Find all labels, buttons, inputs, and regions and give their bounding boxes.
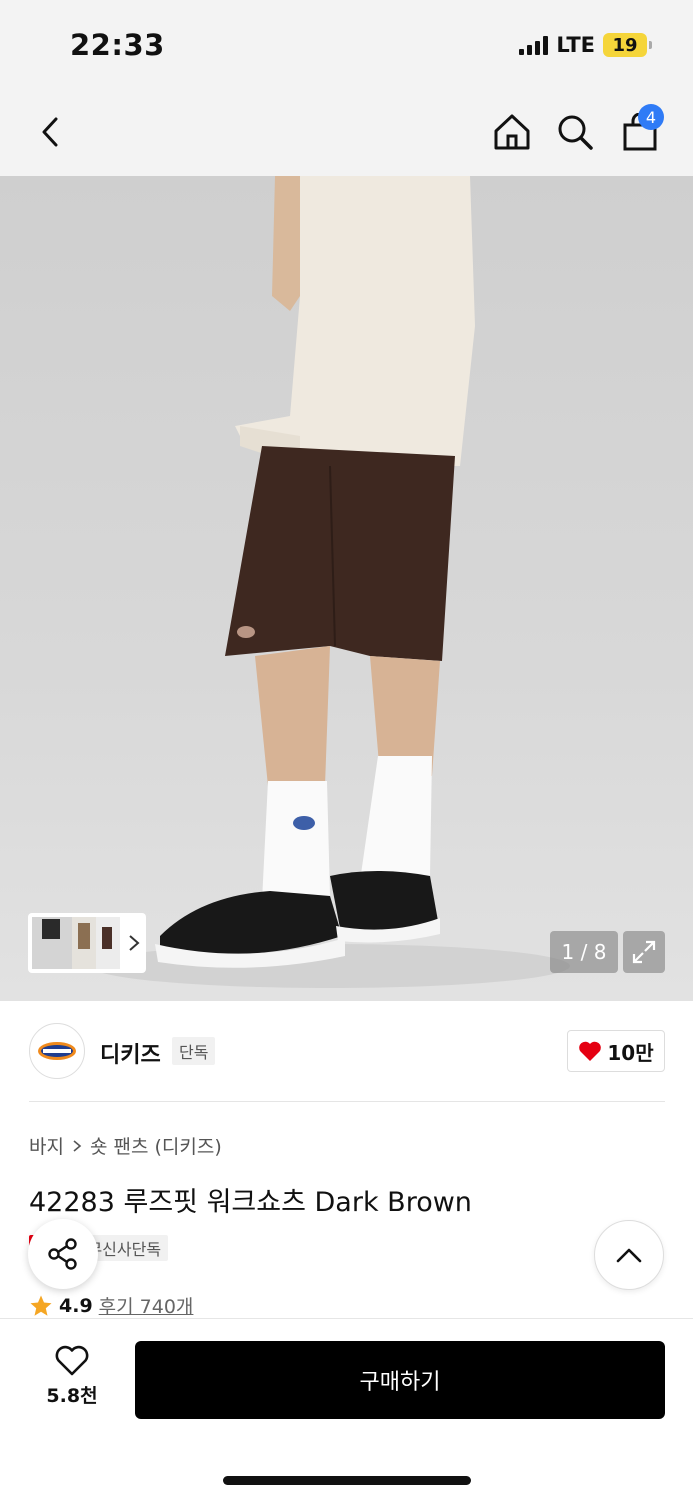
home-indicator [223,1476,471,1485]
chevron-right-icon [73,1139,82,1152]
exclusive-tag: 단독 [172,1037,216,1065]
status-time: 22:33 [70,28,165,62]
thumbnail-strip[interactable] [28,913,146,973]
reviews-link[interactable]: 후기 740개 [99,1292,194,1319]
rating-score: 4.9 [59,1294,93,1317]
heart-outline-icon [55,1345,89,1376]
wishlist-count: 5.8천 [46,1385,98,1407]
cart-count-badge: 4 [638,104,664,130]
share-icon [48,1238,77,1270]
home-icon [494,114,530,150]
product-image[interactable]: 1 / 8 [0,176,693,1001]
search-button[interactable] [551,108,599,156]
scroll-top-button[interactable] [594,1220,664,1290]
share-button[interactable] [28,1219,98,1289]
expand-icon [632,940,656,964]
chevron-up-icon [616,1248,642,1263]
status-indicators: LTE 19 [519,33,652,57]
breadcrumb: 바지 숏 팬츠 (디키즈) [29,1132,222,1159]
bottom-action-bar: 5.8천 구매하기 [0,1318,693,1500]
breadcrumb-subcategory[interactable]: 숏 팬츠 (디키즈) [90,1132,222,1159]
wishlist-button[interactable]: 5.8천 [30,1345,114,1415]
search-icon [558,115,593,150]
image-counter: 1 / 8 [550,931,618,973]
rating: 4.9 후기 740개 [29,1292,193,1319]
brand-logo[interactable] [29,1023,85,1079]
fullscreen-button[interactable] [623,931,665,973]
chevron-right-icon [129,935,140,951]
network-label: LTE [556,33,595,57]
signal-icon [519,35,549,55]
star-icon [30,1295,52,1316]
brand-row: 디키즈 단독 10만 [0,1001,693,1101]
product-photo [90,176,570,988]
divider [29,1101,665,1102]
cart-button[interactable]: 4 [616,104,664,156]
brand-like-count: 10만 [607,1040,654,1065]
battery-icon: 19 [603,33,652,57]
dickies-logo-icon [38,1042,76,1060]
brand-like-button[interactable]: 10만 [567,1030,665,1072]
breadcrumb-category[interactable]: 바지 [29,1132,64,1159]
chevron-left-icon [42,117,58,147]
buy-button[interactable]: 구매하기 [135,1341,665,1419]
brand-name[interactable]: 디키즈 [100,1037,161,1069]
status-bar: 22:33 LTE 19 [0,0,693,90]
product-title: 42283 루즈핏 워크쇼츠 Dark Brown [29,1187,472,1218]
battery-level: 19 [612,34,638,56]
thumbnail-images [32,917,120,969]
back-button[interactable] [26,108,74,156]
home-button[interactable] [488,108,536,156]
navigation-bar: 4 [0,90,693,176]
heart-filled-icon [579,1041,602,1061]
